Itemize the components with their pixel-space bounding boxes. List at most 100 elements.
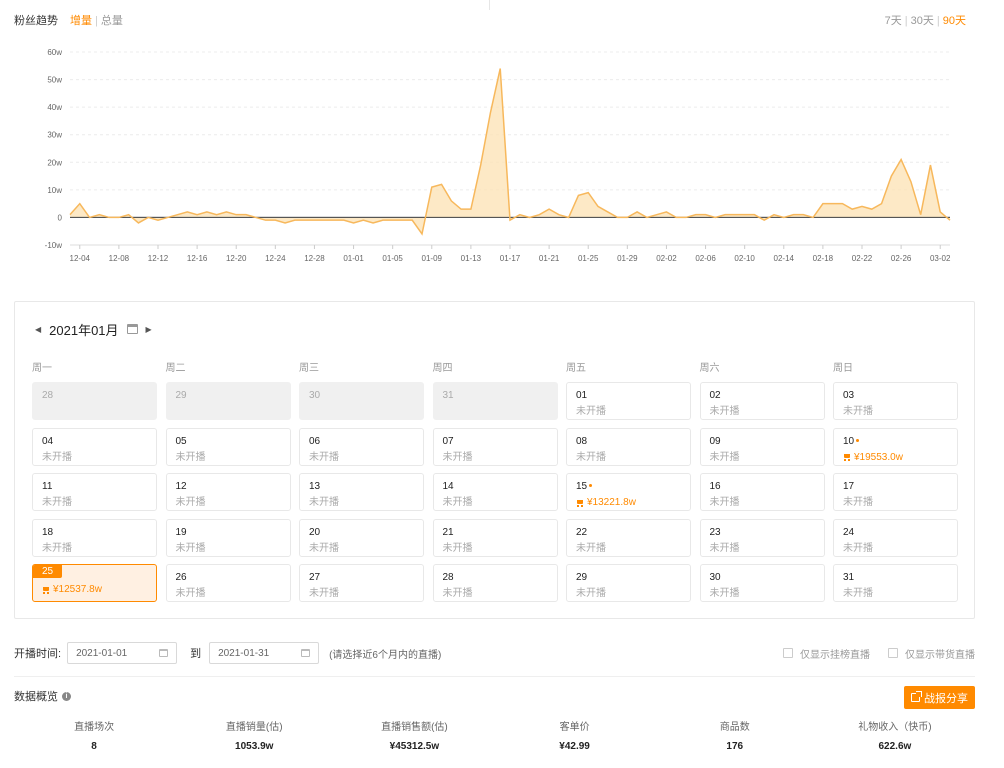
calendar-day[interactable]: 29 未开播	[566, 564, 691, 602]
data-point[interactable]	[733, 213, 737, 217]
data-point[interactable]	[498, 67, 502, 71]
data-point[interactable]	[840, 202, 844, 206]
data-point[interactable]	[361, 218, 365, 222]
data-point[interactable]	[410, 218, 414, 222]
data-point[interactable]	[156, 218, 160, 222]
data-point[interactable]	[166, 215, 170, 219]
calendar-day[interactable]: 03 未开播	[833, 382, 958, 420]
data-point[interactable]	[880, 202, 884, 206]
data-point[interactable]	[811, 215, 815, 219]
data-point[interactable]	[635, 210, 639, 214]
calendar-day[interactable]: 20 未开播	[299, 518, 424, 557]
data-point[interactable]	[772, 213, 776, 217]
data-point[interactable]	[674, 215, 678, 219]
calendar-day[interactable]: 16 未开播	[699, 473, 825, 511]
calendar-day[interactable]: 17 未开播	[833, 473, 958, 511]
prev-month-icon[interactable]: ◀	[35, 325, 41, 334]
data-point[interactable]	[616, 215, 620, 219]
data-point[interactable]	[342, 218, 346, 222]
data-point[interactable]	[752, 213, 756, 217]
data-point[interactable]	[567, 215, 571, 219]
data-point[interactable]	[528, 215, 532, 219]
data-point[interactable]	[596, 204, 600, 208]
calendar-day[interactable]: 12 未开播	[165, 473, 291, 511]
calendar-day[interactable]: 31 未开播	[833, 564, 958, 602]
data-point[interactable]	[283, 221, 287, 225]
share-report-button[interactable]: 战报分享	[904, 686, 975, 709]
data-point[interactable]	[576, 193, 580, 197]
data-point[interactable]	[459, 207, 463, 211]
data-point[interactable]	[919, 213, 923, 217]
data-point[interactable]	[664, 210, 668, 214]
data-point[interactable]	[391, 218, 395, 222]
calendar-day[interactable]: 28 未开播	[432, 564, 558, 602]
data-point[interactable]	[440, 182, 444, 186]
data-point[interactable]	[508, 218, 512, 222]
data-point[interactable]	[88, 215, 92, 219]
data-point[interactable]	[557, 213, 561, 217]
mode-increment-tab[interactable]: 增量	[70, 15, 92, 27]
data-point[interactable]	[107, 215, 111, 219]
data-point[interactable]	[430, 185, 434, 189]
chart-live-only-check[interactable]: 仅显示挂榜直播	[783, 646, 870, 661]
start-date-input[interactable]: 2021-01-01	[67, 642, 178, 664]
data-point[interactable]	[860, 204, 864, 208]
data-point[interactable]	[518, 213, 522, 217]
data-point[interactable]	[831, 202, 835, 206]
data-point[interactable]	[185, 210, 189, 214]
calendar-day[interactable]: 01 未开播	[566, 382, 691, 420]
calendar-day[interactable]: 04 未开播	[32, 427, 157, 466]
end-date-input[interactable]: 2021-01-31	[209, 642, 320, 664]
data-point[interactable]	[488, 111, 492, 115]
data-point[interactable]	[713, 215, 717, 219]
data-point[interactable]	[117, 215, 121, 219]
calendar-day[interactable]: 21 未开播	[432, 518, 558, 557]
data-point[interactable]	[870, 207, 874, 211]
data-point[interactable]	[176, 213, 180, 217]
calendar-day[interactable]: 09 未开播	[699, 427, 825, 466]
data-point[interactable]	[68, 213, 72, 217]
data-point[interactable]	[625, 215, 629, 219]
data-point[interactable]	[723, 213, 727, 217]
data-point[interactable]	[127, 213, 131, 217]
calendar-day[interactable]: 07 未开播	[432, 427, 558, 466]
data-point[interactable]	[195, 213, 199, 217]
data-point[interactable]	[371, 221, 375, 225]
next-month-icon[interactable]: ▶	[146, 325, 152, 334]
data-point[interactable]	[909, 180, 913, 184]
data-point[interactable]	[821, 202, 825, 206]
mode-total-tab[interactable]: 总量	[101, 15, 123, 27]
data-point[interactable]	[449, 199, 453, 203]
data-point[interactable]	[704, 213, 708, 217]
data-point[interactable]	[205, 210, 209, 214]
data-point[interactable]	[655, 213, 659, 217]
data-point[interactable]	[606, 210, 610, 214]
data-point[interactable]	[254, 215, 258, 219]
data-point[interactable]	[684, 215, 688, 219]
calendar-day[interactable]: 14 未开播	[432, 473, 558, 511]
calendar-day[interactable]: 30 未开播	[699, 564, 825, 602]
data-point[interactable]	[332, 218, 336, 222]
data-point[interactable]	[547, 207, 551, 211]
data-point[interactable]	[234, 213, 238, 217]
calendar-day[interactable]: 26 未开播	[165, 564, 291, 602]
data-point[interactable]	[136, 221, 140, 225]
calendar-day[interactable]: 25 ¥12537.8w	[32, 564, 157, 602]
data-point[interactable]	[801, 213, 805, 217]
range-7-days-tab[interactable]: 7天	[885, 15, 902, 27]
data-point[interactable]	[224, 210, 228, 214]
data-point[interactable]	[303, 218, 307, 222]
data-point[interactable]	[938, 210, 942, 214]
calendar-day[interactable]: 23 未开播	[699, 518, 825, 557]
calendar-icon[interactable]	[126, 324, 138, 334]
data-point[interactable]	[97, 213, 101, 217]
data-point[interactable]	[899, 158, 903, 162]
calendar-day[interactable]: 13 未开播	[299, 473, 424, 511]
data-point[interactable]	[645, 215, 649, 219]
data-point[interactable]	[743, 213, 747, 217]
data-point[interactable]	[78, 202, 82, 206]
data-point[interactable]	[381, 218, 385, 222]
data-point[interactable]	[850, 207, 854, 211]
calendar-day[interactable]: 27 未开播	[299, 564, 424, 602]
data-point[interactable]	[792, 213, 796, 217]
